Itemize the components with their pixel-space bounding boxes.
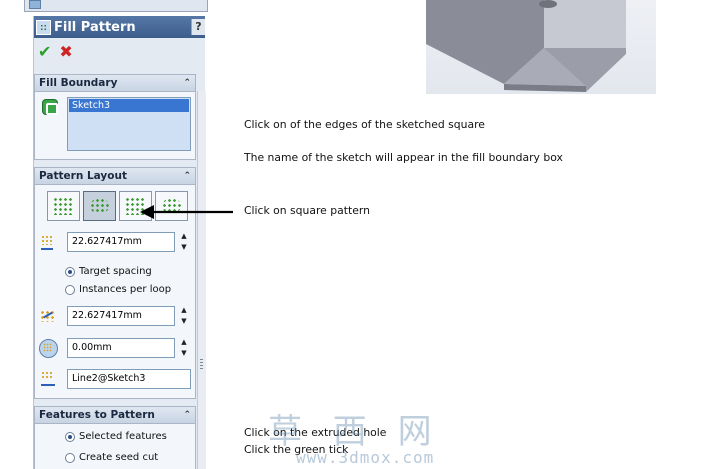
radio-selected-icon[interactable] [65, 266, 75, 277]
spin-down-icon[interactable]: ▼ [179, 243, 189, 252]
spin-up-icon[interactable]: ▲ [179, 306, 189, 315]
radio-label: Instances per loop [79, 284, 172, 295]
collapse-chevron-icon[interactable]: ⌃ [183, 171, 191, 181]
pattern-direction-row: Line2@Sketch3 [39, 369, 191, 389]
radio-label: Selected features [79, 431, 167, 442]
panel-scrollbar[interactable] [197, 91, 206, 469]
watermark-text: 草 西 网 [268, 412, 442, 452]
instance-spacing-spinner[interactable]: ▲ ▼ [179, 232, 189, 252]
instruction-step-2: The name of the sketch will appear in th… [244, 151, 563, 164]
cancel-button[interactable]: ✖ [59, 42, 72, 61]
ok-green-tick-button[interactable]: ✔ [38, 42, 51, 61]
fill-boundary-list[interactable]: Sketch3 [67, 97, 191, 151]
selected-features-radio[interactable]: Selected features [65, 431, 167, 442]
instance-spacing-input[interactable]: 22.627417mm [67, 232, 175, 252]
boundary-margin-icon [39, 339, 58, 358]
create-seed-cut-radio[interactable]: Create seed cut [65, 452, 158, 463]
pattern-layout-header[interactable]: Pattern Layout ⌃ [35, 168, 195, 185]
features-to-pattern-header[interactable]: Features to Pattern ⌃ [35, 407, 195, 424]
pattern-direction-icon[interactable] [39, 370, 57, 388]
watermark-url: www.3dmox.com [296, 448, 435, 467]
fill-boundary-header[interactable]: Fill Boundary ⌃ [35, 75, 195, 92]
collapse-chevron-icon[interactable]: ⌃ [183, 78, 191, 88]
pattern-layout-heading: Pattern Layout [39, 170, 127, 182]
fill-boundary-section: Fill Boundary ⌃ Sketch3 [34, 74, 196, 160]
radio-unselected-icon[interactable] [65, 284, 75, 295]
instance-spacing-row: 22.627417mm ▲ ▼ [39, 232, 189, 252]
hole-icon[interactable] [539, 0, 557, 8]
instruction-step-3: Click on square pattern [244, 204, 370, 217]
radio-label: Target spacing [79, 266, 152, 277]
previous-panel-edge [24, 0, 208, 12]
radio-unselected-icon[interactable] [65, 452, 75, 463]
extruded-block-graphic [426, 0, 626, 92]
spin-down-icon[interactable]: ▼ [179, 317, 189, 326]
help-button[interactable]: ? [191, 19, 205, 35]
perforation-layout-button[interactable] [47, 191, 80, 221]
target-spacing-radio[interactable]: Target spacing [65, 266, 152, 277]
fill-boundary-heading: Fill Boundary [39, 77, 118, 89]
ok-cancel-bar: ✔ ✖ [34, 38, 205, 64]
boundary-margin-spinner[interactable]: ▲ ▼ [179, 338, 189, 358]
fill-pattern-icon [36, 19, 51, 35]
property-manager-title: Fill Pattern [54, 19, 136, 35]
fill-pattern-property-manager: Fill Pattern ? ✔ ✖ Fill Boundary ⌃ Sketc… [33, 16, 206, 469]
circular-layout-button[interactable] [83, 191, 116, 221]
instances-per-loop-radio[interactable]: Instances per loop [65, 284, 171, 295]
loop-spacing-row: 22.627417mm ▲ ▼ [39, 306, 189, 326]
boundary-margin-row: 0.00mm ▲ ▼ [39, 338, 189, 358]
pointer-arrow-icon [140, 205, 233, 219]
features-to-pattern-heading: Features to Pattern [39, 409, 155, 421]
scrollbar-grip-icon[interactable] [200, 359, 203, 369]
features-to-pattern-section: Features to Pattern ⌃ Selected features … [34, 406, 196, 469]
circular-pattern-icon [90, 198, 109, 214]
instruction-step-1: Click on of the edges of the sketched sq… [244, 118, 485, 131]
model-preview [426, 0, 656, 94]
pattern-direction-input[interactable]: Line2@Sketch3 [67, 369, 191, 389]
collapse-chevron-icon[interactable]: ⌃ [183, 410, 191, 420]
spin-down-icon[interactable]: ▼ [179, 349, 189, 358]
instance-spacing-icon [39, 233, 57, 251]
feature-icon [29, 0, 41, 9]
loop-spacing-input[interactable]: 22.627417mm [67, 306, 175, 326]
boundary-margin-input[interactable]: 0.00mm [67, 338, 175, 358]
spin-up-icon[interactable]: ▲ [179, 338, 189, 347]
loop-spacing-spinner[interactable]: ▲ ▼ [179, 306, 189, 326]
loop-spacing-icon [39, 307, 57, 325]
fill-boundary-icon [42, 99, 58, 115]
spin-up-icon[interactable]: ▲ [179, 232, 189, 241]
radio-label: Create seed cut [79, 452, 159, 463]
fill-boundary-item[interactable]: Sketch3 [69, 99, 189, 112]
radio-selected-icon[interactable] [65, 431, 75, 442]
perforation-pattern-icon [53, 197, 74, 215]
property-manager-title-bar: Fill Pattern ? [34, 16, 205, 38]
